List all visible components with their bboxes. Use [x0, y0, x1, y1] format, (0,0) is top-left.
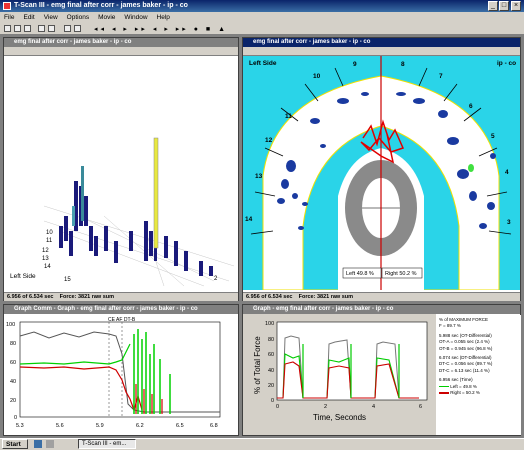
svg-text:5.6: 5.6: [56, 423, 64, 429]
taskbar-item-tscan[interactable]: T-Scan III - em...: [78, 439, 136, 449]
menu-file[interactable]: File: [4, 12, 14, 23]
tooth-label-15: 15: [64, 277, 71, 283]
tooth-label-12: 12: [42, 248, 49, 254]
svg-text:60: 60: [10, 360, 16, 366]
graph-ylabel: % of Total Force: [253, 336, 262, 394]
maximize-button[interactable]: □: [499, 1, 509, 11]
stop-icon[interactable]: [48, 25, 55, 32]
svg-text:5.3: 5.3: [16, 423, 24, 429]
window-2d-title[interactable]: emg final after corr - james baker - ip …: [243, 38, 520, 47]
window-2d-toolbar: [243, 47, 520, 56]
tooth-4: 4: [505, 169, 509, 176]
graph-plot: 100 80 60 40 20 0 0 2 4 6 Time, Seconds …: [243, 314, 436, 435]
svg-text:60: 60: [268, 352, 274, 358]
menu-movie[interactable]: Movie: [98, 12, 115, 23]
svg-text:5.9: 5.9: [96, 423, 104, 429]
svg-text:40: 40: [268, 368, 274, 374]
save-icon[interactable]: [14, 25, 21, 32]
window-3d-status: 6.956 of 6.534 sec Force: 3821 raw sum: [4, 292, 238, 301]
tall-bar-left: [81, 166, 84, 221]
menu-window[interactable]: Window: [124, 12, 147, 23]
pressure-2d-map: Left Side ip - co 9 10 11 12 13 14 8 7 6…: [243, 56, 520, 291]
tooth-5: 5: [491, 133, 495, 140]
window-2d-view[interactable]: emg final after corr - james baker - ip …: [242, 37, 521, 301]
tooth-label-10: 10: [46, 230, 53, 236]
svg-text:6.2: 6.2: [136, 423, 144, 429]
svg-text:2: 2: [324, 404, 327, 410]
menu-help[interactable]: Help: [157, 12, 170, 23]
window-3d-title[interactable]: emg final after corr - james baker - ip …: [4, 38, 238, 47]
tooth-12: 12: [265, 137, 273, 144]
svg-text:40: 40: [10, 379, 16, 385]
tooth-8: 8: [401, 61, 405, 68]
svg-text:6.8: 6.8: [210, 423, 218, 429]
svg-text:0: 0: [276, 404, 279, 410]
tooth-11: 11: [285, 113, 292, 120]
quicklaunch-icon[interactable]: [34, 440, 42, 448]
tooth-14: 14: [245, 216, 253, 223]
svg-text:80: 80: [268, 337, 274, 343]
menu-edit[interactable]: Edit: [23, 12, 34, 23]
tooth-label-14: 14: [44, 264, 51, 270]
menu-view[interactable]: View: [44, 12, 58, 23]
record-icon[interactable]: [38, 25, 45, 32]
tooth-7: 7: [439, 73, 443, 80]
right-percent: Right 50.2 %: [385, 271, 417, 277]
svg-text:0: 0: [271, 398, 274, 404]
window-3d-toolbar: [4, 47, 238, 56]
svg-text:6.5: 6.5: [176, 423, 184, 429]
start-button[interactable]: Start: [2, 439, 28, 449]
svg-text:6: 6: [419, 404, 422, 410]
svg-text:100: 100: [6, 322, 15, 328]
tooth-13: 13: [255, 173, 263, 180]
menu-options[interactable]: Options: [67, 12, 89, 23]
window-graph-comm[interactable]: Graph Comm - Graph - emg final after cor…: [3, 304, 239, 436]
app-title: T-Scan III - emg final after corr - jame…: [14, 2, 188, 9]
tooth-6: 6: [469, 103, 473, 110]
legend-right: Right = 50.2 %: [439, 390, 519, 396]
settings-icon[interactable]: [64, 25, 71, 32]
svg-text:0: 0: [14, 415, 17, 421]
graph-legend: % of MAXIMUM FORCE F = 89.7 % 5.988 sec …: [437, 315, 521, 435]
graph-title[interactable]: Graph - emg final after corr - james bak…: [243, 305, 520, 314]
svg-text:80: 80: [10, 341, 16, 347]
print-icon[interactable]: [24, 25, 31, 32]
window-2d-status: 6.956 of 6.534 sec Force: 3821 raw sum: [243, 292, 520, 301]
svg-text:20: 20: [10, 398, 16, 404]
svg-text:20: 20: [268, 383, 274, 389]
app-icon: [3, 2, 11, 10]
app-title-bar: T-Scan III - emg final after corr - jame…: [0, 0, 524, 12]
tall-bar-peak: [153, 137, 159, 249]
tooth-3: 3: [507, 219, 511, 226]
quicklaunch-icon[interactable]: [46, 440, 54, 448]
graph-xlabel: Time, Seconds: [313, 413, 366, 422]
minimize-button[interactable]: _: [488, 1, 498, 11]
open-icon[interactable]: [4, 25, 11, 32]
tooth-9: 9: [353, 61, 357, 68]
tooth-label-11: 11: [46, 238, 53, 244]
graph-comm-plot: 100 80 60 40 20 0 5.3 5.6 5.9 6.2 6.5 6.…: [4, 314, 238, 435]
svg-text:100: 100: [265, 321, 274, 327]
window-graph[interactable]: Graph - emg final after corr - james bak…: [242, 304, 521, 436]
menu-bar: File Edit View Options Movie Window Help: [0, 12, 524, 23]
tooth-10: 10: [313, 73, 321, 80]
tooth-label-2: 2: [214, 276, 218, 282]
right-side-label: ip - co: [497, 60, 516, 67]
svg-text:4: 4: [372, 404, 375, 410]
tooth-label-13: 13: [42, 256, 49, 262]
window-3d-view[interactable]: emg final after corr - james baker - ip …: [3, 37, 239, 301]
graph-comm-title[interactable]: Graph Comm - Graph - emg final after cor…: [4, 305, 238, 314]
info-icon[interactable]: [74, 25, 81, 32]
playback-controls[interactable]: ◂◂ ◂ ▸ ▸▸ ◂ ▸ ▸▸ ● ■ ▲: [94, 25, 228, 33]
pressure-3d-plot: 10 11 12 13 14 15 2 Left Side: [10, 137, 235, 287]
left-side-label: Left Side: [249, 60, 277, 67]
side-label-3d: Left Side: [10, 273, 36, 280]
close-button[interactable]: ×: [511, 1, 521, 11]
left-percent: Left 49.8 %: [346, 271, 374, 277]
